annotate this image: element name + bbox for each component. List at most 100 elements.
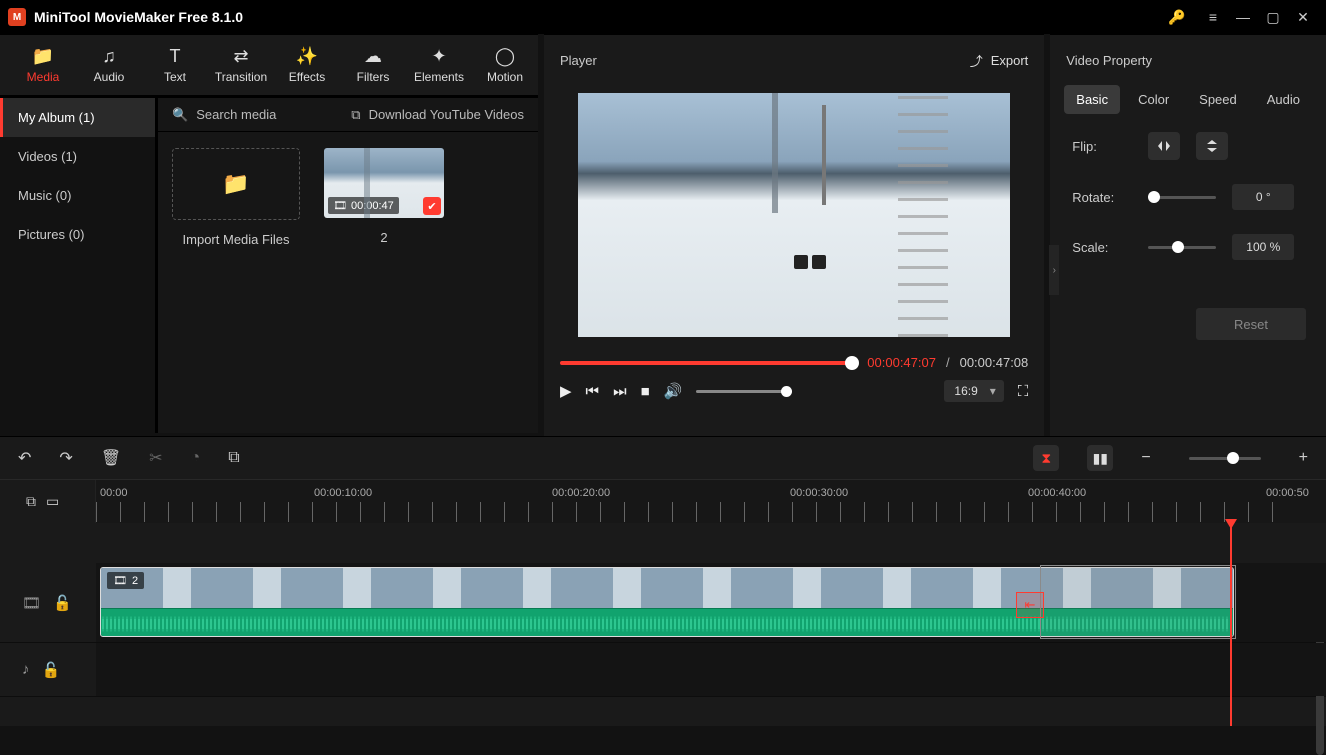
reset-button[interactable]: Reset: [1196, 308, 1306, 340]
folder-plus-icon: 📁: [222, 171, 249, 197]
main-tab-strip: 📁Media ♫Audio TText ⇄Transition ✨Effects…: [0, 34, 538, 98]
sparkle-icon: ✨: [274, 46, 340, 67]
lock-icon[interactable]: 🔓: [42, 661, 61, 679]
lock-icon[interactable]: 🔓: [53, 594, 72, 612]
fullscreen-button[interactable]: ⛶: [1018, 383, 1029, 400]
tab-motion[interactable]: ◯Motion: [472, 46, 538, 84]
current-time: 00:00:47:07: [867, 355, 936, 370]
tab-text[interactable]: TText: [142, 46, 208, 84]
tab-transition[interactable]: ⇄Transition: [208, 46, 274, 84]
audio-track-icon: ♪: [22, 661, 30, 678]
delete-button[interactable]: 🗑: [101, 448, 121, 468]
media-thumbnail[interactable]: 🎞 00:00:47 ✔: [324, 148, 444, 218]
import-media-button[interactable]: 📁: [172, 148, 300, 220]
properties-panel: › Video Property Basic Color Speed Audio…: [1050, 34, 1326, 436]
sidebar-item-videos[interactable]: Videos (1): [0, 137, 155, 176]
aspect-ratio-select[interactable]: 16:9: [944, 380, 1003, 402]
zoom-out-button[interactable]: −: [1141, 449, 1150, 467]
flip-label: Flip:: [1072, 139, 1132, 154]
zoom-slider[interactable]: [1189, 457, 1261, 460]
search-placeholder: Search media: [196, 107, 276, 122]
timeline-playhead[interactable]: [1230, 523, 1232, 726]
menu-icon[interactable]: ≡: [1198, 9, 1228, 25]
search-input[interactable]: 🔍 Search media: [172, 107, 276, 123]
video-clip[interactable]: 🎞 2: [100, 567, 1234, 637]
export-button[interactable]: ⤴ Export: [970, 51, 1029, 70]
prop-tab-color[interactable]: Color: [1126, 85, 1181, 114]
remove-track-button[interactable]: ▭: [46, 493, 59, 510]
maximize-button[interactable]: ▢: [1258, 9, 1288, 26]
search-icon: 🔍: [172, 107, 188, 123]
redo-button[interactable]: ↷: [59, 448, 72, 468]
snap-button[interactable]: ▮▮: [1087, 445, 1113, 471]
flip-vertical-button[interactable]: [1196, 132, 1228, 160]
tab-elements[interactable]: ✦Elements: [406, 46, 472, 84]
player-panel: Player ⤴ Export 00:00:47:07 / 00:00:47:0…: [544, 34, 1044, 436]
timeline-ruler[interactable]: 00:00 00:00:10:00 00:00:20:00 00:00:30:0…: [96, 480, 1326, 523]
library-sidebar: My Album (1) Videos (1) Music (0) Pictur…: [0, 98, 158, 433]
key-icon[interactable]: 🔑: [1162, 9, 1192, 26]
add-track-button[interactable]: ⧉: [26, 493, 36, 510]
flip-horizontal-button[interactable]: [1148, 132, 1180, 160]
total-time: 00:00:47:08: [960, 355, 1029, 370]
sidebar-item-music[interactable]: Music (0): [0, 176, 155, 215]
video-preview[interactable]: [544, 85, 1044, 345]
folder-icon: 📁: [10, 46, 76, 67]
scale-label: Scale:: [1072, 240, 1132, 255]
stop-button[interactable]: ■: [641, 383, 650, 400]
scale-slider[interactable]: [1148, 246, 1216, 249]
text-icon: T: [142, 46, 208, 67]
import-label: Import Media Files: [183, 232, 290, 247]
undo-button[interactable]: ↶: [18, 448, 31, 468]
tab-media[interactable]: 📁Media: [10, 46, 76, 84]
rotate-slider[interactable]: [1148, 196, 1216, 199]
film-icon: 🎞: [113, 574, 127, 587]
prop-tab-speed[interactable]: Speed: [1187, 85, 1249, 114]
prop-tab-audio[interactable]: Audio: [1255, 85, 1312, 114]
split-button[interactable]: ✂: [149, 448, 162, 468]
music-note-icon: ♫: [76, 46, 142, 67]
app-title: MiniTool MovieMaker Free 8.1.0: [34, 9, 243, 25]
sidebar-item-my-album[interactable]: My Album (1): [0, 98, 155, 137]
export-icon: ⤴: [970, 51, 983, 70]
sidebar-item-pictures[interactable]: Pictures (0): [0, 215, 155, 254]
properties-title: Video Property: [1050, 35, 1326, 85]
marker-button[interactable]: ⧗: [1033, 445, 1059, 471]
volume-slider[interactable]: [696, 390, 792, 393]
zoom-in-button[interactable]: +: [1299, 449, 1308, 467]
prev-frame-button[interactable]: ⏮: [586, 383, 600, 400]
transition-icon: ⇄: [208, 46, 274, 67]
video-track: 🎞 🔓 🎞 2 ⇤: [0, 563, 1326, 643]
trim-handle[interactable]: ⇤: [1016, 592, 1044, 618]
thumbnail-duration: 🎞 00:00:47: [328, 197, 399, 214]
star-icon: ✦: [406, 46, 472, 67]
player-title: Player: [560, 53, 597, 68]
motion-icon: ◯: [472, 46, 538, 67]
crop-button[interactable]: ⧉: [228, 449, 239, 467]
play-button[interactable]: ▶: [560, 382, 572, 400]
title-bar: M MiniTool MovieMaker Free 8.1.0 🔑 ≡ — ▢…: [0, 0, 1326, 34]
tab-audio[interactable]: ♫Audio: [76, 46, 142, 84]
download-youtube-button[interactable]: ⧉ Download YouTube Videos: [351, 107, 524, 123]
scale-value[interactable]: 100 %: [1232, 234, 1294, 260]
tab-effects[interactable]: ✨Effects: [274, 46, 340, 84]
minimize-button[interactable]: —: [1228, 9, 1258, 25]
rotate-value[interactable]: 0 °: [1232, 184, 1294, 210]
prop-tab-basic[interactable]: Basic: [1064, 85, 1120, 114]
next-frame-button[interactable]: ⏭: [613, 383, 627, 400]
speed-button[interactable]: ◔: [191, 449, 201, 467]
playback-progress[interactable]: [560, 361, 857, 365]
volume-icon[interactable]: 🔊: [664, 382, 683, 400]
rotate-label: Rotate:: [1072, 190, 1132, 205]
close-button[interactable]: ✕: [1288, 9, 1318, 26]
library-body: 🔍 Search media ⧉ Download YouTube Videos…: [158, 98, 538, 433]
film-icon: 🎞: [333, 199, 347, 212]
tab-filters[interactable]: ☁Filters: [340, 46, 406, 84]
video-track-icon: 🎞: [22, 594, 41, 612]
audio-track: ♪ 🔓: [0, 643, 1326, 697]
download-icon: ⧉: [351, 107, 360, 123]
thumbnail-caption: 2: [380, 230, 387, 245]
clip-badge: 🎞 2: [107, 572, 144, 589]
collapse-properties-button[interactable]: ›: [1049, 245, 1059, 295]
library-panel: 📁Media ♫Audio TText ⇄Transition ✨Effects…: [0, 34, 538, 436]
